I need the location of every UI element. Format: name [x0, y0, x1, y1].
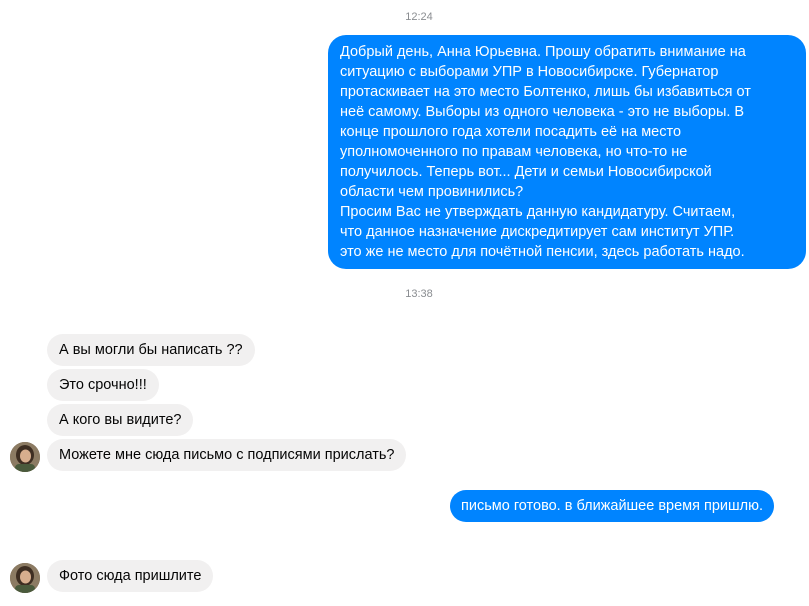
message-line: протаскивает на это место Болтенко, лишь…	[340, 84, 751, 100]
outgoing-message-long[interactable]: Добрый день, Анна Юрьевна. Прошу обратит…	[328, 35, 806, 269]
outgoing-message-short[interactable]: письмо готово. в ближайшее время пришлю.	[450, 490, 775, 522]
message-line: это же не место для почётной пенсии, зде…	[340, 244, 745, 260]
message-line: Добрый день, Анна Юрьевна. Прошу обратит…	[340, 44, 746, 60]
timestamp-1338: 13:38	[405, 288, 433, 300]
message-line: что данное назначение дискредитирует сам…	[340, 224, 735, 240]
incoming-message-3[interactable]: А кого вы видите?	[47, 404, 194, 436]
message-line: получилось. Теперь вот... Дети и семьи Н…	[340, 164, 712, 180]
incoming-message-4[interactable]: Можете мне сюда письмо с подписями присл…	[47, 439, 407, 471]
contact-avatar-icon[interactable]	[10, 442, 40, 472]
message-line: ситуацию с выборами УПР в Новосибирске. …	[340, 64, 719, 80]
incoming-message-1[interactable]: А вы могли бы написать ??	[47, 334, 255, 366]
message-line: неё самому. Выборы из одного человека - …	[340, 104, 745, 120]
message-line: конце прошлого года хотели посадить её н…	[340, 124, 682, 140]
message-line: уполномоченного по правам человека, но ч…	[340, 144, 688, 160]
message-line: области чем провинились?	[340, 184, 524, 200]
message-line: Просим Вас не утверждать данную кандидат…	[340, 204, 736, 220]
timestamp-1224: 12:24	[405, 11, 433, 23]
incoming-message-5[interactable]: Фото сюда пришлите	[47, 560, 214, 592]
incoming-message-2[interactable]: Это срочно!!!	[47, 369, 159, 401]
contact-avatar-icon[interactable]	[10, 563, 40, 593]
